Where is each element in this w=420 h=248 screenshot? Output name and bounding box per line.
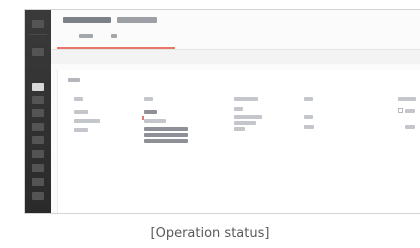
page-subtitle xyxy=(117,17,157,23)
nav-icon[interactable] xyxy=(32,123,44,131)
column-header xyxy=(398,97,416,101)
nav-icon[interactable] xyxy=(32,164,44,172)
tab-bar xyxy=(79,34,117,38)
home-icon[interactable] xyxy=(32,48,44,56)
list-item xyxy=(144,110,157,114)
nav-icon[interactable] xyxy=(32,192,44,200)
content-panel xyxy=(57,70,420,213)
toolbar xyxy=(51,50,420,64)
sidebar-divider xyxy=(29,34,47,35)
column-header xyxy=(74,97,83,101)
list-item-highlight xyxy=(144,139,188,143)
checkbox[interactable] xyxy=(398,108,403,113)
panel-title xyxy=(68,78,80,82)
nav-icon[interactable] xyxy=(32,109,44,117)
caption: [Operation status] xyxy=(150,226,270,241)
nav-icon[interactable] xyxy=(32,178,44,186)
left-sidebar xyxy=(25,10,51,213)
header-breadcrumb xyxy=(63,17,157,23)
list-item xyxy=(234,127,245,131)
list-item-highlight xyxy=(144,133,188,137)
nav-icon[interactable] xyxy=(32,136,44,144)
main-area xyxy=(51,10,420,213)
list-item xyxy=(405,109,415,113)
nav-icon[interactable] xyxy=(32,96,44,104)
list-item-highlight xyxy=(144,127,188,131)
column-header xyxy=(304,97,313,101)
menu-icon[interactable] xyxy=(32,20,44,28)
column-header xyxy=(234,97,258,101)
list-item xyxy=(304,115,313,119)
nav-icon[interactable] xyxy=(32,150,44,158)
tab-first[interactable] xyxy=(79,34,93,38)
list-item xyxy=(144,119,166,123)
list-item xyxy=(74,128,88,132)
list-item xyxy=(304,125,314,129)
tab-second[interactable] xyxy=(111,34,117,38)
list-item xyxy=(234,107,243,111)
list-item xyxy=(74,119,100,123)
status-icon[interactable] xyxy=(32,83,44,91)
app-window xyxy=(24,9,420,214)
list-item xyxy=(405,125,415,129)
page-title xyxy=(63,17,111,23)
list-item xyxy=(234,115,262,119)
list-item xyxy=(74,110,88,114)
list-item xyxy=(234,121,256,125)
column-header xyxy=(144,97,153,101)
